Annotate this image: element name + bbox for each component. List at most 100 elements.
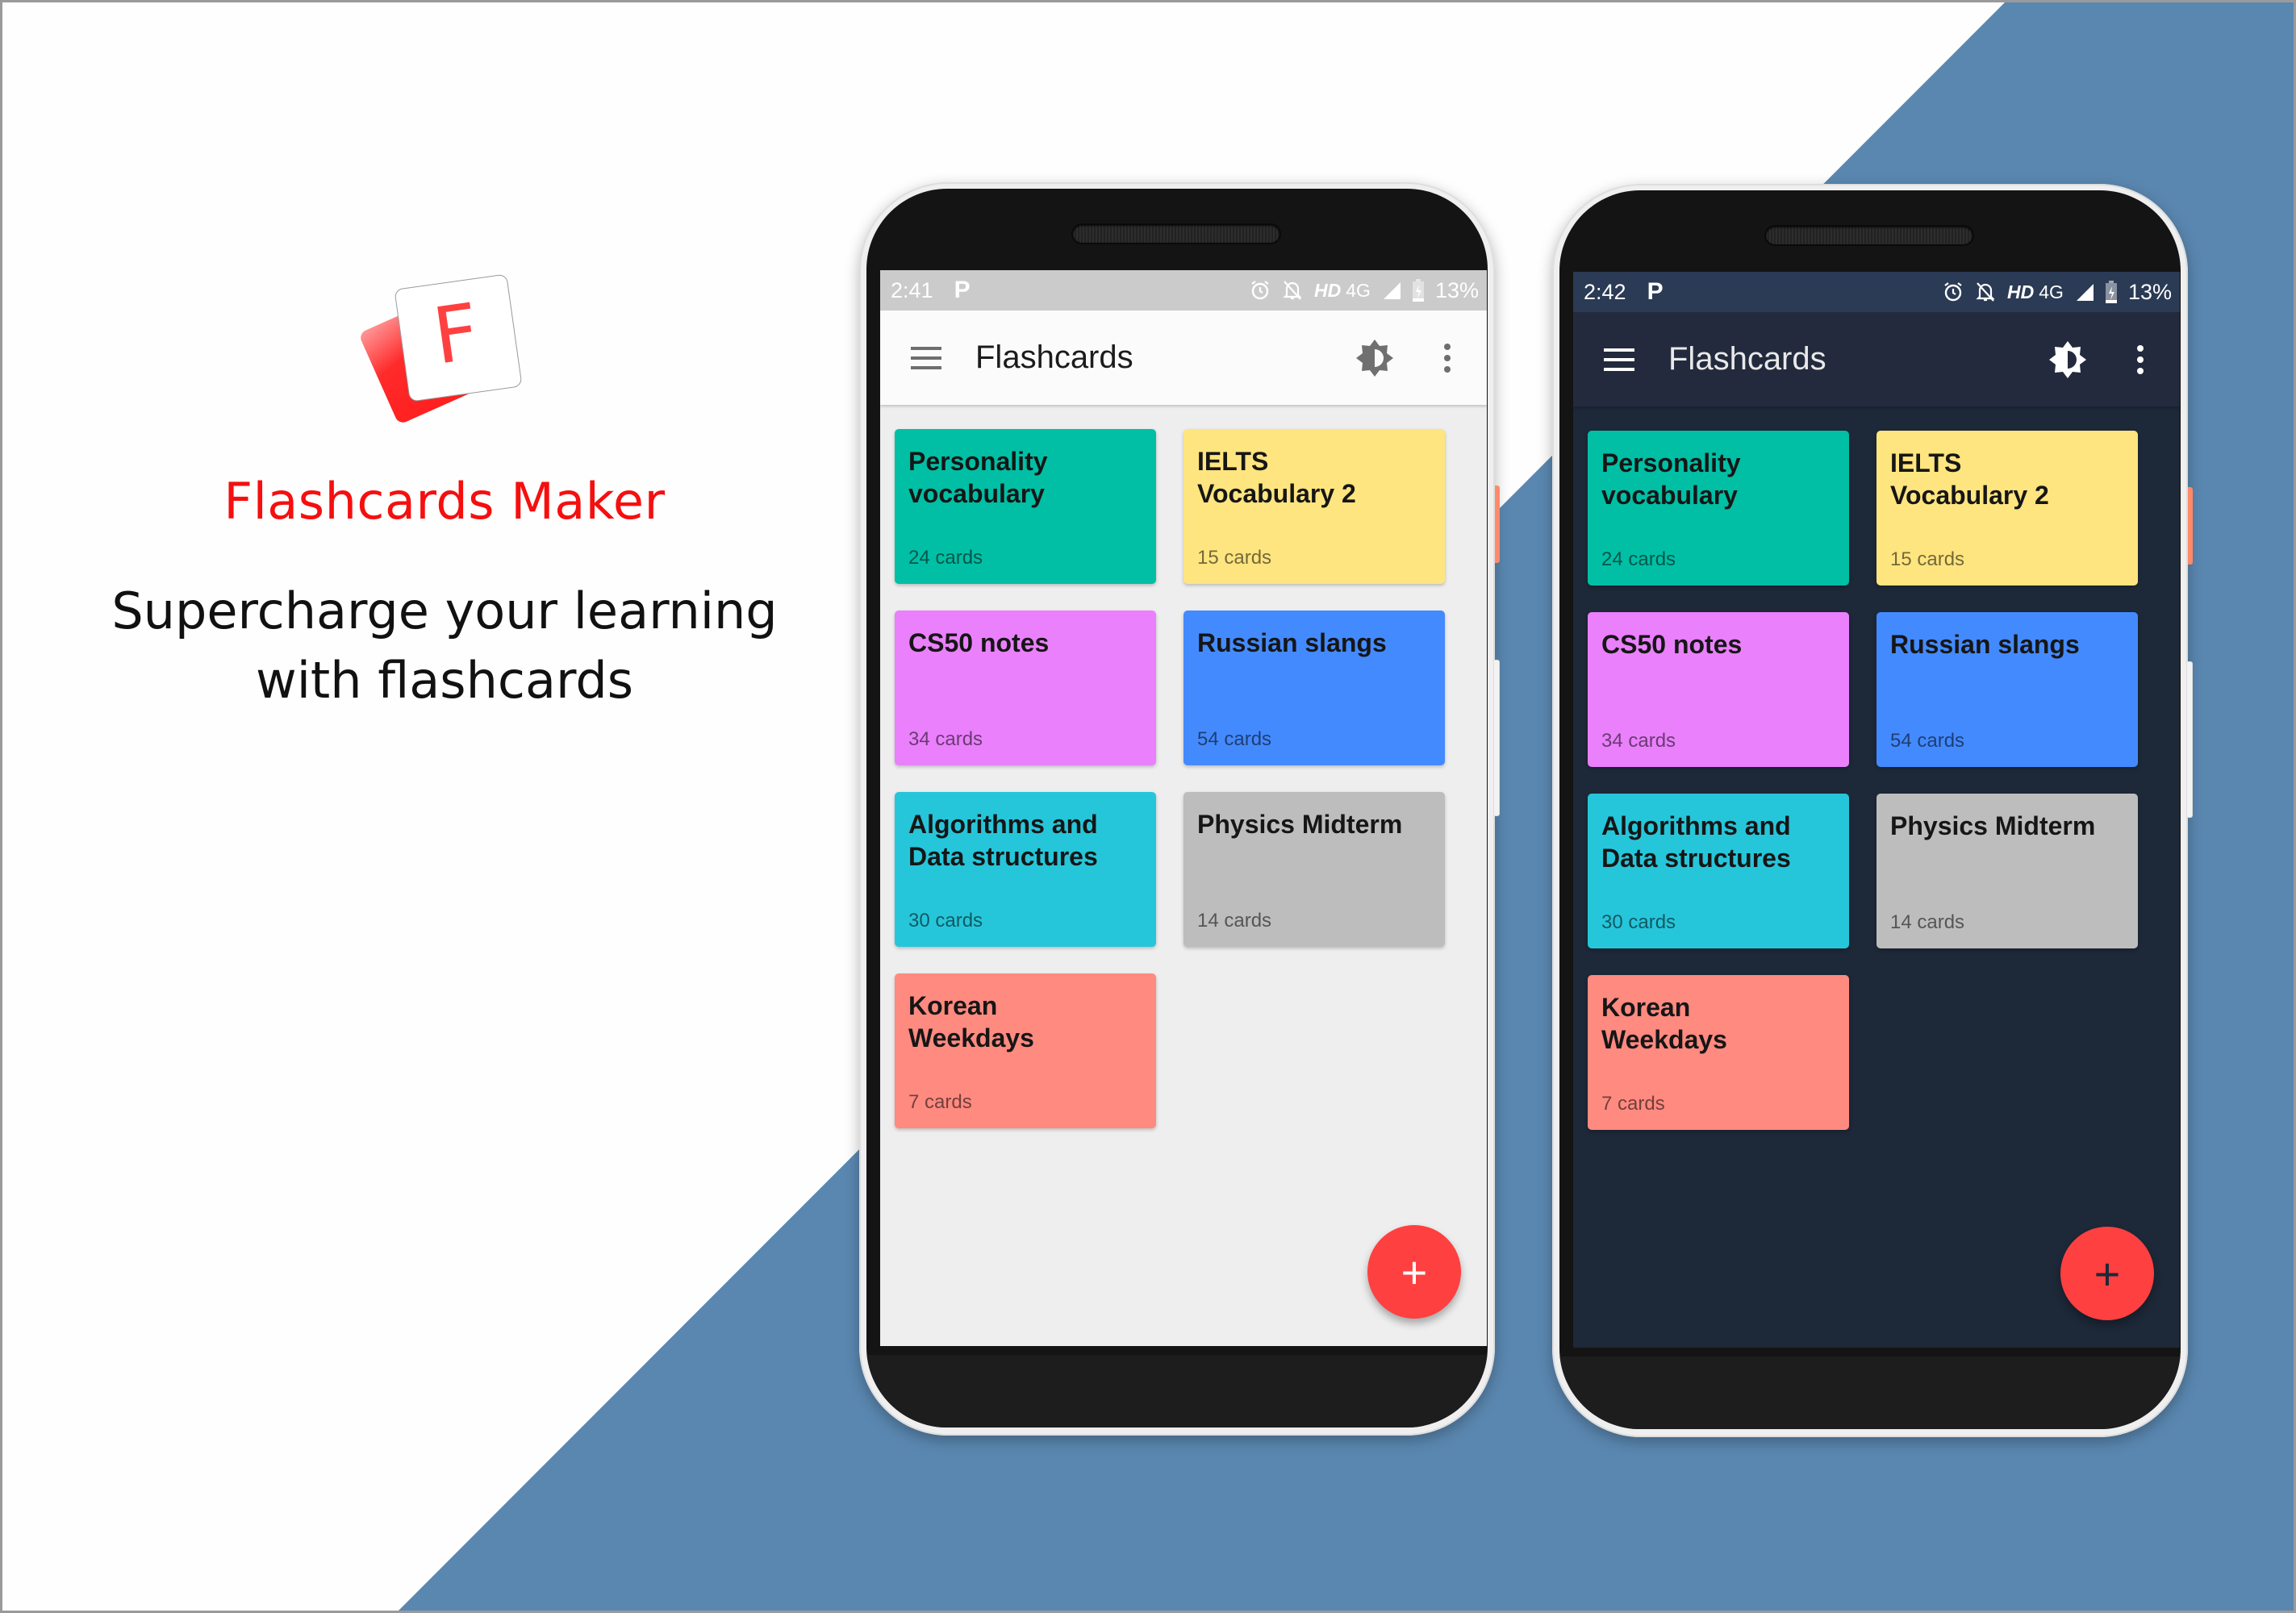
deck-card[interactable]: Korean Weekdays 7 cards — [1588, 975, 1849, 1130]
deck-name-line: Algorithms and — [1601, 811, 1791, 840]
app-name: Flashcards Maker — [223, 472, 666, 531]
network-type: 4G — [2039, 281, 2064, 302]
battery-charging-icon — [2105, 281, 2117, 303]
deck-name: Physics Midterm — [1890, 810, 2124, 842]
deck-name: IELTS Vocabulary 2 — [1197, 445, 1431, 510]
tagline-line-1: Supercharge your learning — [111, 581, 778, 640]
deck-name: Russian slangs — [1197, 627, 1431, 659]
deck-card[interactable]: Physics Midterm 14 cards — [1183, 792, 1445, 947]
deck-name-line: Weekdays — [908, 1023, 1034, 1052]
deck-card-count: 30 cards — [1601, 911, 1676, 933]
deck-name-line: Personality — [1601, 448, 1741, 477]
phone-chin — [1559, 1357, 2181, 1429]
battery-charging-icon — [1412, 279, 1424, 302]
more-options-button[interactable] — [1435, 338, 1459, 378]
deck-name-line: Russian slangs — [1890, 630, 2080, 659]
deck-card[interactable]: Russian slangs 54 cards — [1183, 611, 1445, 765]
deck-name: IELTS Vocabulary 2 — [1890, 447, 2124, 511]
status-icons: HD 4G 13% — [1250, 278, 1479, 303]
more-vert-icon-dot — [2137, 367, 2144, 374]
more-vert-icon-dot — [2137, 356, 2144, 363]
app-bar-title: Flashcards — [1668, 341, 1826, 377]
deck-grid: Personality vocabulary 24 cards IELTS Vocabu… — [1573, 406, 2180, 1348]
deck-card-count: 54 cards — [1890, 730, 1965, 752]
deck-card-count: 24 cards — [1601, 548, 1676, 570]
power-button — [2188, 487, 2193, 565]
brightness-icon[interactable] — [1355, 338, 1395, 378]
deck-card-count: 30 cards — [908, 910, 983, 932]
deck-name-line: Weekdays — [1601, 1025, 1727, 1054]
more-vert-icon-dot — [1444, 343, 1451, 350]
deck-card[interactable]: Russian slangs 54 cards — [1876, 612, 2138, 767]
power-button — [1495, 486, 1500, 563]
brightness-icon[interactable] — [2048, 340, 2088, 380]
deck-name-line: CS50 notes — [1601, 630, 1743, 659]
deck-name-line: Physics Midterm — [1197, 810, 1403, 839]
deck-card[interactable]: Korean Weekdays 7 cards — [895, 973, 1156, 1128]
deck-name: Personality vocabulary — [1601, 447, 1835, 511]
app-logo-icon: F — [361, 274, 522, 423]
battery-level: 13% — [2127, 279, 2172, 304]
parking-app-icon: P — [1647, 278, 1664, 305]
deck-card-count: 34 cards — [1601, 730, 1676, 752]
deck-name-line: Vocabulary 2 — [1890, 481, 2049, 510]
status-bar: 2:42 P HD 4G 13% — [1573, 272, 2180, 312]
phone-light-theme: 2:41 P HD 4G 13% Flashcards Personality … — [859, 182, 1500, 1436]
deck-name: Algorithms and Data structures — [908, 808, 1142, 873]
add-deck-fab[interactable]: + — [1367, 1225, 1461, 1319]
more-vert-icon-dot — [2137, 344, 2144, 352]
deck-card[interactable]: Algorithms and Data structures 30 cards — [1588, 794, 1849, 948]
tagline: Supercharge your learning with flashcard… — [2, 577, 887, 715]
status-time: 2:42 — [1584, 279, 1626, 304]
app-bar-title: Flashcards — [975, 340, 1133, 375]
hamburger-icon-line — [1604, 357, 1634, 361]
deck-card[interactable]: Personality vocabulary 24 cards — [895, 429, 1156, 584]
speaker-grille — [1766, 227, 1972, 244]
deck-card-count: 34 cards — [908, 728, 983, 750]
deck-card[interactable]: Algorithms and Data structures 30 cards — [895, 792, 1156, 947]
phone-chin — [866, 1355, 1488, 1428]
deck-name: CS50 notes — [1601, 628, 1835, 661]
deck-name-line: Physics Midterm — [1890, 811, 2096, 840]
hamburger-icon-line — [1604, 348, 1634, 352]
promo-canvas: F Flashcards Maker Supercharge your lear… — [0, 0, 2296, 1613]
hamburger-icon-line — [911, 346, 941, 350]
deck-name-line: Personality — [908, 447, 1048, 476]
deck-name-line: Vocabulary 2 — [1197, 479, 1356, 508]
notifications-off-icon — [1976, 282, 1995, 302]
hamburger-icon-line — [911, 356, 941, 360]
signal-icon — [2076, 284, 2094, 301]
status-time: 2:41 — [891, 277, 933, 302]
hamburger-menu-button[interactable] — [911, 346, 943, 369]
deck-card[interactable]: CS50 notes 34 cards — [1588, 612, 1849, 767]
deck-card[interactable]: Physics Midterm 14 cards — [1876, 794, 2138, 948]
deck-name: CS50 notes — [908, 627, 1142, 659]
tagline-line-2: with flashcards — [255, 651, 634, 710]
deck-name: Korean Weekdays — [908, 990, 1142, 1054]
battery-level: 13% — [1434, 277, 1479, 302]
more-vert-icon-dot — [1444, 365, 1451, 373]
deck-card[interactable]: CS50 notes 34 cards — [895, 611, 1156, 765]
deck-name: Algorithms and Data structures — [1601, 810, 1835, 874]
phone-dark-theme: 2:42 P HD 4G 13% Flashcards Personality … — [1552, 184, 2193, 1437]
deck-name-line: Data structures — [1601, 844, 1791, 873]
deck-card[interactable]: Personality vocabulary 24 cards — [1588, 431, 1849, 586]
more-options-button[interactable] — [2128, 340, 2152, 380]
deck-card[interactable]: IELTS Vocabulary 2 15 cards — [1183, 429, 1445, 584]
alarm-icon — [1944, 282, 1962, 302]
network-type: 4G — [1346, 279, 1371, 301]
deck-card-count: 14 cards — [1890, 911, 1965, 933]
hamburger-menu-button[interactable] — [1604, 348, 1636, 371]
status-icons: HD 4G 13% — [1943, 280, 2172, 305]
deck-name-line: IELTS — [1890, 448, 1962, 477]
deck-name: Russian slangs — [1890, 628, 2124, 661]
alarm-icon — [1251, 281, 1269, 300]
hd-indicator: HD — [1314, 279, 1342, 301]
app-bar: Flashcards — [1573, 312, 2180, 406]
deck-card[interactable]: IELTS Vocabulary 2 15 cards — [1876, 431, 2138, 586]
hamburger-icon-line — [911, 365, 941, 369]
phone-body: 2:41 P HD 4G 13% Flashcards Personality … — [866, 189, 1488, 1428]
add-deck-fab[interactable]: + — [2060, 1227, 2154, 1320]
logo-front-card: F — [394, 274, 522, 402]
deck-card-count: 15 cards — [1197, 547, 1272, 569]
